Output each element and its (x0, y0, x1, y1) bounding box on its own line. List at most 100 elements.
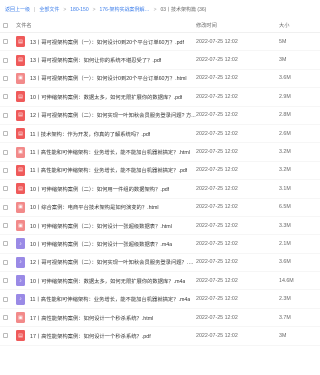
breadcrumb-separator: > (92, 6, 96, 13)
row-checkbox[interactable] (2, 333, 8, 339)
file-row[interactable]: ▤ 13丨哥可视架构案例：如何让你的系统不堪忍受了？.pdf 2022-07-25 … (0, 51, 320, 70)
file-name[interactable]: 11丨高性能和可伸缩架构：业务增长，能不能加台机器就搞定？.pdf (30, 166, 187, 174)
file-row[interactable]: ♪ 10丨可伸缩架构案例：数据太多，如何无限扩展你的数据库？.m4a 2022-07… (0, 272, 320, 291)
file-size: 3.6M (279, 259, 291, 266)
column-header-time[interactable]: 修改时间 (196, 22, 279, 29)
row-checkbox[interactable] (2, 149, 8, 155)
select-all-checkbox[interactable] (2, 23, 8, 28)
file-modified-time: 2022-07-25 12:02 (196, 130, 238, 137)
file-modified-time: 2022-07-25 12:02 (196, 149, 238, 156)
file-size: 3M (279, 57, 287, 64)
file-name[interactable]: 11丨技术架构：作为开发，你真的了解系统吗？.pdf (30, 130, 150, 138)
pdf-file-icon: ▤ (16, 91, 25, 103)
row-checkbox[interactable] (2, 75, 8, 81)
html-file-icon: ▣ (16, 220, 25, 232)
breadcrumb-separator: | (34, 6, 36, 13)
file-name[interactable]: 11丨高性能和可伸缩架构：业务增长，能不能加台机器就搞定？.m4a (30, 295, 190, 303)
file-size: 3.6M (279, 75, 291, 82)
row-checkbox[interactable] (2, 259, 8, 265)
file-name[interactable]: 10丨综合案例：电商平台技术架构是如何演变的？.html (30, 203, 159, 211)
file-name[interactable]: 12丨哥可视架构案例（二）：如何实现一叶知秋会员服务登录问题? 方... (30, 111, 196, 119)
row-checkbox[interactable] (2, 223, 8, 229)
file-modified-time: 2022-07-25 12:02 (196, 240, 238, 247)
file-name[interactable]: 10丨可伸缩架构案例（二）：如何设计一张超级数据表？.html (30, 222, 172, 230)
file-modified-time: 2022-07-25 12:02 (196, 75, 238, 82)
file-row[interactable]: ▣ 17丨高性能架构案例：如何设计一个秒杀系统？.html 2022-07-25 1… (0, 309, 320, 328)
file-name[interactable]: 13丨哥可视架构案例：如何让你的系统不堪忍受了？.pdf (30, 56, 161, 64)
breadcrumb-back[interactable]: 返回上一级 (5, 6, 30, 13)
file-row[interactable]: ♪ 11丨高性能和可伸缩架构：业务增长，能不能加台机器就搞定？.m4a 2022-0… (0, 290, 320, 309)
column-header-name[interactable]: 文件名 (10, 22, 196, 29)
file-row[interactable]: ♪ 10丨可伸缩架构案例（二）：如何设计一张超级数据表？.m4a 2022-07-2… (0, 235, 320, 254)
row-checkbox[interactable] (2, 315, 8, 321)
file-modified-time: 2022-07-25 12:02 (196, 185, 238, 192)
row-checkbox[interactable] (2, 296, 8, 302)
row-checkbox[interactable] (2, 278, 8, 284)
file-list-header: 文件名 修改时间 大小 (0, 19, 320, 33)
m4a-file-icon: ♪ (16, 275, 25, 287)
file-modified-time: 2022-07-25 12:02 (196, 296, 238, 303)
file-row[interactable]: ▤ 11丨技术架构：作为开发，你真的了解系统吗？.pdf 2022-07-25 12… (0, 125, 320, 144)
file-modified-time: 2022-07-25 12:02 (196, 167, 238, 174)
row-checkbox[interactable] (2, 241, 8, 247)
file-name[interactable]: 10丨可伸缩架构案例：数据太多，如何无限扩展你的数据库？.pdf (30, 93, 182, 101)
breadcrumb-separator: > (63, 6, 67, 13)
file-modified-time: 2022-07-25 12:02 (196, 222, 238, 229)
m4a-file-icon: ♪ (16, 238, 25, 250)
file-row[interactable]: ♪ 12丨哥可视架构案例（二）：如何实现一叶知秋会员服务登录问题？.m4a 2022… (0, 254, 320, 273)
file-size: 2.6M (279, 130, 291, 137)
file-size: 5M (279, 38, 287, 45)
file-modified-time: 2022-07-25 12:02 (196, 332, 238, 339)
file-size: 2.1M (279, 240, 291, 247)
file-name[interactable]: 13丨哥可视架构案例（一）：如何设计0到20个平台订单60万？.pdf (30, 38, 184, 46)
file-size: 2.3M (279, 296, 291, 303)
file-row[interactable]: ▤ 13丨哥可视架构案例（一）：如何设计0到20个平台订单60万？.pdf 2022… (0, 33, 320, 52)
file-modified-time: 2022-07-25 12:02 (196, 38, 238, 45)
file-row[interactable]: ▣ 10丨综合案例：电商平台技术架构是如何演变的？.html 2022-07-25 … (0, 199, 320, 217)
html-file-icon: ▣ (16, 146, 25, 158)
html-file-icon: ▣ (16, 312, 25, 324)
breadcrumb: 返回上一级 | 全部文件 > 180-150 > 176-架构实战案例解… > 03丨技… (0, 0, 320, 19)
row-checkbox[interactable] (2, 167, 8, 173)
file-name[interactable]: 17丨高性能架构案例：如何设计一个秒杀系统？.pdf (30, 332, 151, 340)
file-size: 3.3M (279, 222, 291, 229)
file-name[interactable]: 17丨高性能架构案例：如何设计一个秒杀系统？.html (30, 314, 153, 322)
row-checkbox[interactable] (2, 112, 8, 118)
row-checkbox[interactable] (2, 131, 8, 137)
row-checkbox[interactable] (2, 57, 8, 63)
file-name[interactable]: 11丨高性能和可伸缩架构：业务增长，能不能加台机器就搞定？.html (30, 148, 190, 156)
pdf-file-icon: ▤ (16, 109, 25, 121)
file-row[interactable]: ▤ 10丨可伸缩架构案例：数据太多，如何无限扩展你的数据库？.pdf 2022-07… (0, 88, 320, 107)
breadcrumb-item[interactable]: 180-150 (70, 7, 88, 13)
file-name[interactable]: 10丨可伸缩架构案例（二）：如何用一件组的数据架构？.pdf (30, 185, 169, 193)
file-modified-time: 2022-07-25 12:02 (196, 93, 238, 100)
breadcrumb-separator: > (153, 6, 157, 13)
file-row[interactable]: ▤ 12丨哥可视架构案例（二）：如何实现一叶知秋会员服务登录问题? 方... 202… (0, 107, 320, 125)
file-size: 2.9M (279, 93, 291, 100)
file-row[interactable]: ▤ 17丨高性能架构案例：如何设计一个秒杀系统？.pdf 2022-07-25 12… (0, 327, 320, 346)
file-name[interactable]: 10丨可伸缩架构案例（二）：如何设计一张超级数据表？.m4a (30, 240, 172, 248)
file-row[interactable]: ▤ 11丨高性能和可伸缩架构：业务增长，能不能加台机器就搞定？.pdf 2022-0… (0, 162, 320, 181)
file-row[interactable]: ▣ 13丨哥可视架构案例（一）：如何设计0到20个平台订单60万？.html 202… (0, 70, 320, 89)
row-checkbox[interactable] (2, 186, 8, 192)
row-checkbox[interactable] (2, 94, 8, 100)
file-size: 14.6M (279, 277, 294, 284)
pdf-file-icon: ▤ (16, 183, 25, 195)
pdf-file-icon: ▤ (16, 36, 25, 48)
file-modified-time: 2022-07-25 12:02 (196, 314, 238, 321)
file-row[interactable]: ▣ 10丨可伸缩架构案例（二）：如何设计一张超级数据表？.html 2022-07-… (0, 217, 320, 236)
breadcrumb-item[interactable]: 176-架构实战案例解… (100, 6, 150, 13)
breadcrumb-item[interactable]: 全部文件 (39, 6, 59, 13)
row-checkbox[interactable] (2, 39, 8, 45)
file-name[interactable]: 10丨可伸缩架构案例：数据太多，如何无限扩展你的数据库？.m4a (30, 277, 185, 285)
row-checkbox[interactable] (2, 204, 8, 210)
file-row[interactable]: ▣ 11丨高性能和可伸缩架构：业务增长，能不能加台机器就搞定？.html 2022-… (0, 143, 320, 162)
file-name[interactable]: 12丨哥可视架构案例（二）：如何实现一叶知秋会员服务登录问题？.m4a (30, 258, 196, 266)
file-modified-time: 2022-07-25 12:02 (196, 277, 238, 284)
file-modified-time: 2022-07-25 12:02 (196, 57, 238, 64)
column-header-size[interactable]: 大小 (279, 22, 320, 29)
file-modified-time: 2022-07-25 12:02 (196, 112, 238, 119)
file-name[interactable]: 13丨哥可视架构案例（一）：如何设计0到20个平台订单60万？.html (30, 74, 187, 82)
file-modified-time: 2022-07-25 12:02 (196, 204, 238, 211)
file-row[interactable]: ▤ 10丨可伸缩架构案例（二）：如何用一件组的数据架构？.pdf 2022-07-2… (0, 180, 320, 199)
